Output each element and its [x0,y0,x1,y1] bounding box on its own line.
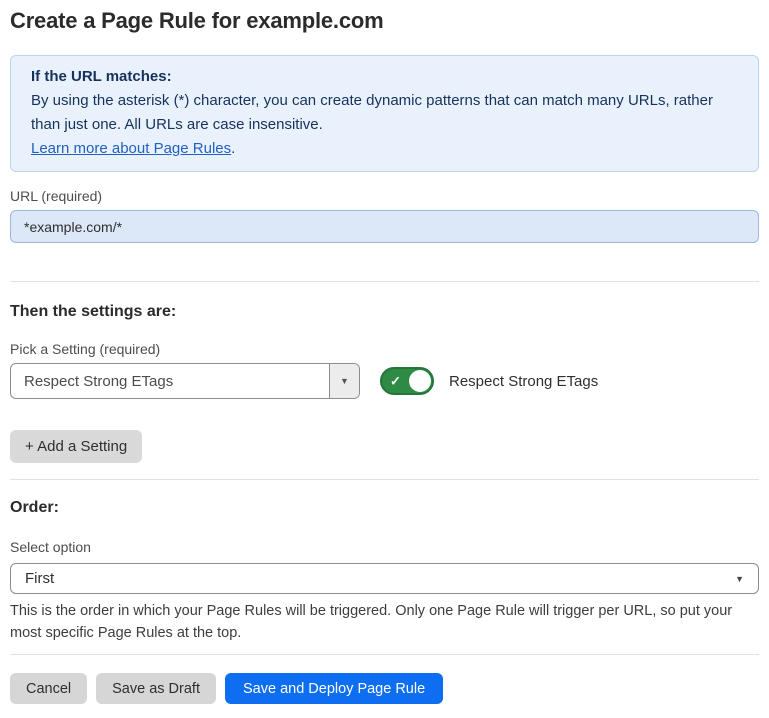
cancel-button[interactable]: Cancel [10,673,87,704]
setting-dropdown[interactable]: Respect Strong ETags ▼ [10,363,360,399]
order-section-heading: Order: [10,498,759,517]
order-select-label: Select option [10,539,759,555]
footer-actions: Cancel Save as Draft Save and Deploy Pag… [10,673,759,704]
setting-toggle[interactable]: ✓ [380,367,434,395]
setting-dropdown-arrow-button[interactable]: ▼ [329,364,359,398]
info-box-body: By using the asterisk (*) character, you… [31,89,738,137]
learn-more-link[interactable]: Learn more about Page Rules [31,140,231,157]
footer-divider [10,654,759,655]
url-input[interactable] [10,210,759,243]
settings-section-heading: Then the settings are: [10,302,759,321]
page-rule-form: Create a Page Rule for example.com If th… [0,8,769,704]
setting-toggle-label: Respect Strong ETags [449,373,598,390]
save-deploy-button[interactable]: Save and Deploy Page Rule [225,673,443,704]
save-draft-button[interactable]: Save as Draft [96,673,216,704]
check-icon: ✓ [390,375,401,388]
setting-row: Respect Strong ETags ▼ ✓ Respect Strong … [10,363,759,399]
page-title: Create a Page Rule for example.com [10,8,759,34]
chevron-down-icon: ▼ [735,574,744,584]
order-select-value: First [25,570,54,587]
info-box-heading: If the URL matches: [31,65,738,89]
toggle-knob [409,370,431,392]
url-field-label: URL (required) [10,188,759,204]
chevron-down-icon: ▼ [340,376,349,386]
section-divider [10,479,759,480]
info-box-link-line: Learn more about Page Rules. [31,137,738,161]
section-divider [10,281,759,282]
order-help-text: This is the order in which your Page Rul… [10,600,759,644]
pick-setting-label: Pick a Setting (required) [10,341,759,357]
link-suffix: . [231,140,235,157]
setting-dropdown-value: Respect Strong ETags [11,364,329,398]
add-setting-button[interactable]: + Add a Setting [10,430,142,463]
url-match-info-box: If the URL matches: By using the asteris… [10,55,759,172]
order-select[interactable]: First ▼ [10,563,759,594]
